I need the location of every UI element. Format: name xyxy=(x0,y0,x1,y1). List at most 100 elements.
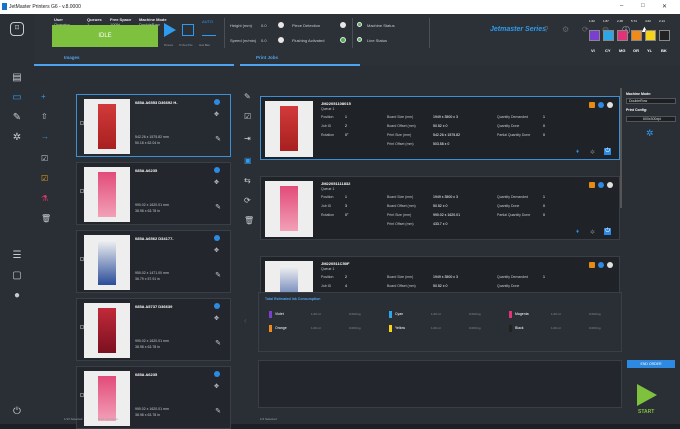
export-icon[interactable] xyxy=(589,182,595,188)
ink-name: Magenta xyxy=(515,312,529,316)
end-order-button[interactable]: END ORDER xyxy=(627,360,675,368)
edit-job-icon[interactable]: ✎ xyxy=(244,92,251,101)
start-play-icon[interactable] xyxy=(637,384,657,406)
edit-icon[interactable]: ✎ xyxy=(215,339,221,347)
image-size-in: 36.79 x 57.91 in xyxy=(135,277,160,281)
flushing-toggle[interactable] xyxy=(340,37,346,43)
import-job-icon[interactable]: ⇥ xyxy=(244,134,251,143)
job-field-label: Board Size (mm) xyxy=(387,275,414,279)
wrench-icon[interactable]: ✎ xyxy=(10,112,24,123)
job-card[interactable]: JM22051108015 Queue 1 Position 1 Job ID 2 Rota… xyxy=(260,96,620,160)
list-icon[interactable]: ☰ xyxy=(10,250,24,261)
check-icon[interactable] xyxy=(607,102,613,108)
job-name: JM22051111832 xyxy=(321,181,351,186)
info-badge-icon[interactable] xyxy=(214,303,220,309)
reload-job-icon[interactable]: ⟳ xyxy=(244,196,251,205)
job-toolbar: ✎ ☑ ⇥ ▣ ⇆ ⟳ 🗑 ‹ xyxy=(240,66,258,424)
move-icon[interactable]: ✥ xyxy=(214,179,219,186)
maximize-button[interactable]: □ xyxy=(641,3,645,9)
export-icon[interactable] xyxy=(589,262,595,268)
check-icon[interactable] xyxy=(607,262,613,268)
move-icon[interactable]: ✥ xyxy=(214,315,219,322)
collapse-icon[interactable]: ‹ xyxy=(244,316,247,325)
gear-icon[interactable]: ✲ xyxy=(10,132,24,143)
delete-job-icon[interactable]: 🗑 xyxy=(244,216,254,225)
move-icon[interactable]: ✥ xyxy=(214,383,219,390)
power-icon[interactable]: ⏻ xyxy=(604,148,611,155)
ink-volume: 1.00 ml xyxy=(311,326,321,330)
images-uploaded-count: 6/10 Uploaded xyxy=(98,417,118,421)
check-job-icon[interactable]: ☑ xyxy=(244,112,251,121)
info-badge-icon[interactable] xyxy=(214,235,220,241)
machine-mode-select[interactable]: DoubleRow xyxy=(626,98,676,104)
info-badge-icon[interactable] xyxy=(214,99,220,105)
info-badge-icon[interactable] xyxy=(214,371,220,377)
check-icon[interactable] xyxy=(607,182,613,188)
job-queue: Queue 1 xyxy=(321,267,335,271)
export-icon[interactable] xyxy=(589,102,595,108)
process-play-icon[interactable] xyxy=(164,23,176,37)
help-icon[interactable]: ? xyxy=(544,25,548,34)
tab-print-jobs[interactable]: Print Jobs xyxy=(256,55,278,60)
image-title: 085A A5737 D36639 xyxy=(135,304,173,309)
brand-label: Jetmaster Series xyxy=(490,26,547,33)
gear-icon[interactable]: ✲ xyxy=(590,149,595,156)
settings-icon[interactable] xyxy=(598,182,604,188)
delete-image-icon[interactable]: 🗑 xyxy=(41,214,51,223)
info-badge-icon[interactable] xyxy=(214,167,220,173)
move-icon[interactable]: ✥ xyxy=(214,247,219,254)
settings-icon[interactable] xyxy=(598,102,604,108)
image-thumbnail xyxy=(84,303,130,358)
diagnostics-icon[interactable]: ⚙ xyxy=(562,25,569,34)
monitor-icon[interactable]: ▭ xyxy=(10,92,24,103)
minimize-button[interactable]: – xyxy=(620,3,623,9)
user-icon[interactable]: ● xyxy=(10,290,24,301)
job-name: JM22051108015 xyxy=(321,101,351,106)
gear-icon[interactable]: ✲ xyxy=(590,229,595,236)
flask-icon[interactable]: ⚗ xyxy=(41,194,48,203)
power-icon[interactable]: ⏻ xyxy=(604,228,611,235)
job-field-value: 1 xyxy=(543,115,545,119)
swap-job-icon[interactable]: ⇆ xyxy=(244,176,251,185)
app-home-icon[interactable]: ⊡ xyxy=(10,22,24,36)
print-config-value[interactable]: 600x300dpi xyxy=(626,116,676,122)
edit-icon[interactable]: ✎ xyxy=(215,271,221,279)
panel-icon[interactable]: ▢ xyxy=(10,270,24,281)
tab-images[interactable]: Images xyxy=(64,55,80,60)
ink-volume: 1.00 ml xyxy=(431,312,441,316)
ink-drop-icon[interactable]: ♦ xyxy=(576,229,579,235)
image-card[interactable]: 085A A6553 D36692 H- 542.26 x 1575.82 mm 5… xyxy=(76,94,231,157)
settings-icon[interactable] xyxy=(598,262,604,268)
move-icon[interactable]: ✥ xyxy=(214,111,219,118)
speed-toggle[interactable] xyxy=(278,37,284,43)
height-toggle[interactable] xyxy=(278,22,284,28)
image-card[interactable]: 085A A6562 D34177- 950.02 x 1471.00 mm 36.… xyxy=(76,230,231,293)
ink-consumption-panel: Total Estimated Ink Consumption Violet 1.… xyxy=(258,292,622,352)
select-icon[interactable]: ☑ xyxy=(41,174,48,183)
auto-bias-icon[interactable] xyxy=(202,26,216,36)
printer-icon[interactable]: ▤ xyxy=(10,72,24,83)
refresh-icon[interactable]: ⟳ xyxy=(582,25,589,34)
select-all-icon[interactable]: ☑ xyxy=(41,154,48,163)
notes-area[interactable] xyxy=(258,360,622,408)
image-card[interactable]: 085A A6235 990.02 x 1620.01 mm 38.98 x 63.… xyxy=(76,162,231,225)
edit-icon[interactable]: ✎ xyxy=(215,135,221,143)
settings-gear-icon[interactable]: ✲ xyxy=(646,128,654,139)
job-field-label: Board Size (mm) xyxy=(387,115,414,119)
status-indicator: IDLE xyxy=(52,25,158,47)
save-job-icon[interactable]: ▣ xyxy=(244,156,252,165)
edit-icon[interactable]: ✎ xyxy=(215,203,221,211)
close-button[interactable]: ✕ xyxy=(662,3,667,10)
start-button-label[interactable]: START xyxy=(638,409,654,415)
image-title: 085A A6235 xyxy=(135,168,158,173)
upload-icon[interactable]: ⇧ xyxy=(41,112,48,121)
send-to-job-icon[interactable]: → xyxy=(41,132,49,141)
image-card[interactable]: 085A A5737 D36639 990.02 x 1620.01 mm 38.9… xyxy=(76,298,231,361)
power-icon[interactable]: ⏻ xyxy=(10,406,24,417)
edit-icon[interactable]: ✎ xyxy=(215,407,221,415)
add-image-icon[interactable]: + xyxy=(41,92,46,101)
ink-drop-icon[interactable]: ♦ xyxy=(576,149,579,155)
next-position-icon[interactable] xyxy=(182,24,194,36)
piece-detection-toggle[interactable] xyxy=(340,22,346,28)
job-card[interactable]: JM22051111832 Queue 1 Position 1 Job ID 3 Rota… xyxy=(260,176,620,240)
